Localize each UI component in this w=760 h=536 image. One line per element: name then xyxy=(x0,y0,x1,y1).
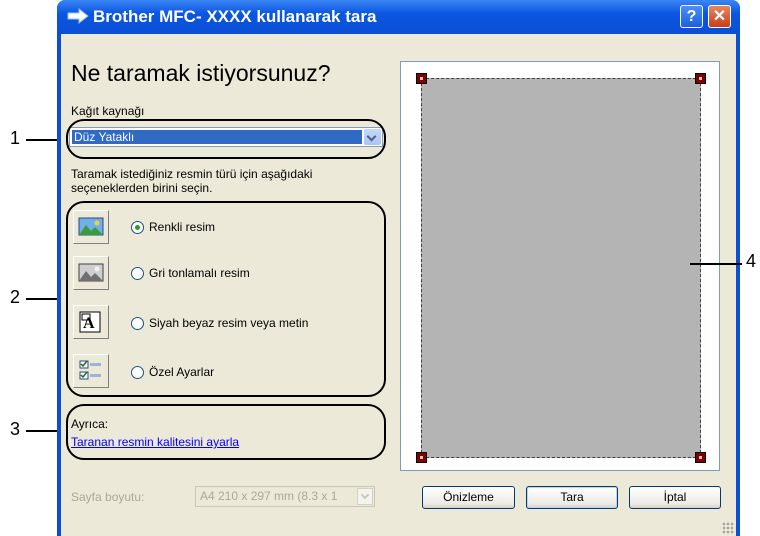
callout-1: 1 xyxy=(10,128,21,148)
page-size-select[interactable]: A4 210 x 297 mm (8.3 x 1 xyxy=(195,486,375,507)
scan-region[interactable] xyxy=(421,78,701,458)
crop-handle-bottom-left[interactable] xyxy=(416,452,427,463)
page-size-value: A4 210 x 297 mm (8.3 x 1 xyxy=(200,489,338,503)
callout-3: 3 xyxy=(10,419,21,439)
crop-handle-bottom-right[interactable] xyxy=(695,452,706,463)
paper-source-label: Kağıt kaynağı xyxy=(71,104,145,118)
page-title: Ne taramak istiyorsunuz? xyxy=(71,60,331,86)
scan-button[interactable]: Tara xyxy=(526,486,618,509)
callout-4: 4 xyxy=(746,251,757,271)
crop-handle-top-left[interactable] xyxy=(416,73,427,84)
instruction-line-2: seçeneklerden birini seçin. xyxy=(71,181,213,195)
callout-2-oval xyxy=(66,201,386,397)
callout-3-oval xyxy=(66,404,386,460)
scan-arrow-icon xyxy=(67,8,89,24)
callout-2: 2 xyxy=(10,287,21,307)
page-size-label: Sayfa boyutu: xyxy=(71,490,145,504)
callout-4-line xyxy=(690,263,742,265)
cancel-button[interactable]: İptal xyxy=(629,486,721,509)
preview-button[interactable]: Önizleme xyxy=(422,486,515,509)
preview-area[interactable] xyxy=(400,61,720,471)
callout-1-oval xyxy=(66,119,386,159)
resize-grip[interactable] xyxy=(722,522,734,534)
instruction-line-1: Taramak istediğiniz resmin türü için aşa… xyxy=(71,167,313,181)
crop-handle-top-right[interactable] xyxy=(695,73,706,84)
close-button[interactable]: ✕ xyxy=(708,5,731,28)
chevron-down-icon[interactable] xyxy=(357,488,373,505)
title-bar[interactable]: Brother MFC- XXXX kullanarak tara ? ✕ xyxy=(57,0,740,34)
help-button[interactable]: ? xyxy=(680,5,703,28)
window-title: Brother MFC- XXXX kullanarak tara xyxy=(93,7,377,26)
